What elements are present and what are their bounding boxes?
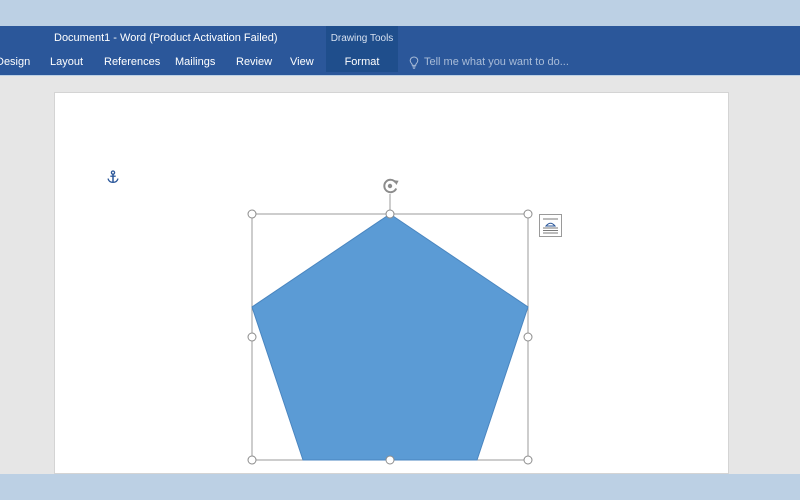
resize-handle-left[interactable] (247, 332, 257, 342)
drawing-canvas (247, 178, 533, 465)
resize-handle-bottom-left[interactable] (247, 455, 257, 465)
layout-options-button[interactable] (539, 214, 562, 237)
resize-handle-right[interactable] (523, 332, 533, 342)
layout-options-icon (543, 218, 558, 234)
pentagon-shape[interactable] (251, 213, 529, 461)
resize-handle-top-right[interactable] (523, 209, 533, 219)
resize-handle-top-left[interactable] (247, 209, 257, 219)
resize-handle-bottom-right[interactable] (523, 455, 533, 465)
bottom-frame (0, 474, 800, 500)
rotate-handle-icon[interactable] (382, 178, 399, 194)
resize-handle-bottom[interactable] (385, 455, 395, 465)
resize-handle-top[interactable] (385, 209, 395, 219)
